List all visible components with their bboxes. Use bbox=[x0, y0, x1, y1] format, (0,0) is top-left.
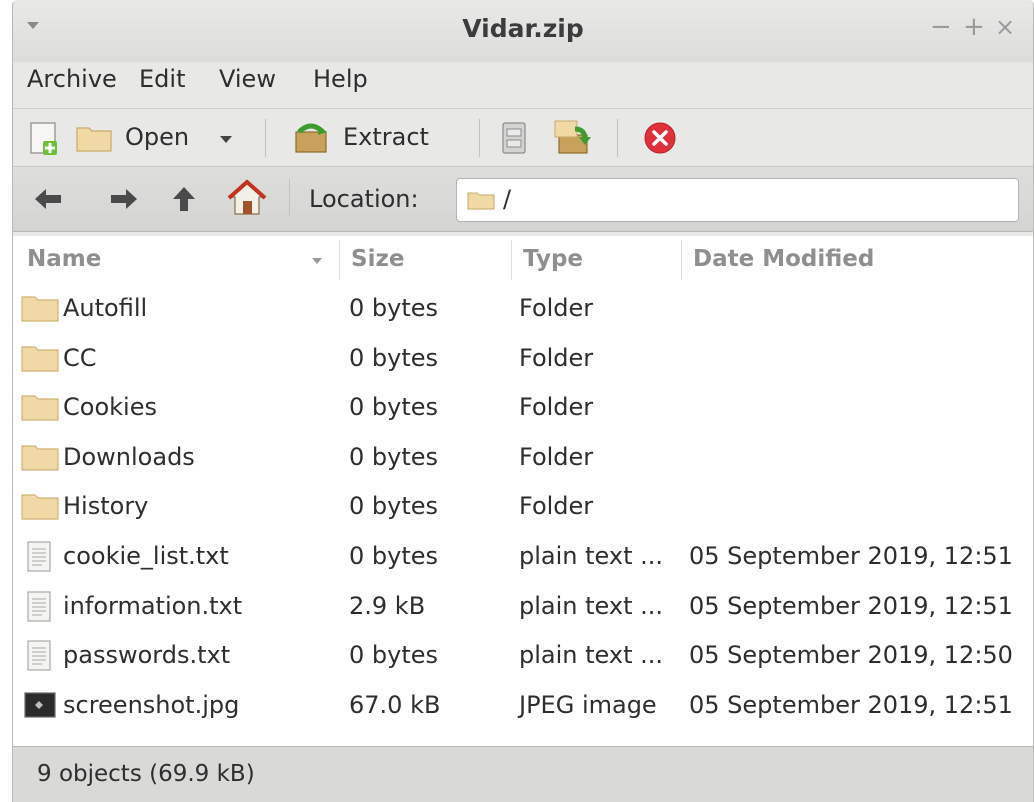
image-file-icon bbox=[21, 690, 59, 724]
file-row[interactable]: information.txt 2.9 kB plain text ... 05 Se… bbox=[13, 582, 1033, 632]
status-text: 9 objects (69.9 kB) bbox=[37, 761, 255, 787]
add-files-icon[interactable] bbox=[553, 119, 593, 155]
folder-icon bbox=[21, 343, 59, 377]
toolbar-separator bbox=[265, 119, 266, 157]
close-window-button[interactable]: × bbox=[995, 14, 1015, 40]
column-header-name[interactable]: Name bbox=[27, 246, 101, 272]
file-type: plain text ... bbox=[519, 641, 663, 670]
main-toolbar: Open Extract bbox=[13, 108, 1033, 167]
location-field[interactable]: / bbox=[456, 178, 1019, 222]
toolbar-separator bbox=[479, 119, 480, 157]
menu-archive[interactable]: Archive bbox=[27, 65, 117, 93]
home-icon[interactable] bbox=[227, 179, 267, 217]
file-name: Autofill bbox=[63, 294, 148, 322]
file-type: plain text ... bbox=[519, 542, 663, 570]
back-arrow-icon[interactable] bbox=[33, 187, 63, 211]
file-name: Downloads bbox=[63, 442, 195, 471]
file-size: 0 bytes bbox=[349, 294, 439, 322]
extract-button[interactable]: Extract bbox=[343, 123, 429, 151]
stop-icon[interactable] bbox=[643, 121, 677, 155]
text-file-icon bbox=[21, 590, 59, 627]
file-row[interactable]: screenshot.jpg 67.0 kB JPEG image 05 Septem… bbox=[13, 681, 1033, 731]
file-list: Autofill 0 bytes Folder CC 0 bytes Folder Cook… bbox=[13, 284, 1033, 746]
location-label: Location: bbox=[309, 185, 419, 213]
file-type: plain text ... bbox=[519, 591, 663, 620]
text-file-icon bbox=[21, 640, 59, 676]
folder-icon bbox=[467, 192, 495, 210]
column-header-date-modified[interactable]: Date Modified bbox=[693, 246, 874, 272]
menu-edit[interactable]: Edit bbox=[139, 65, 185, 93]
file-date-modified: 05 September 2019, 12:51 bbox=[689, 542, 1013, 570]
menu-view[interactable]: View bbox=[219, 65, 276, 93]
file-date-modified: 05 September 2019, 12:51 bbox=[689, 690, 1013, 719]
text-file-icon bbox=[21, 541, 59, 577]
toolbar-separator bbox=[617, 119, 618, 157]
file-row[interactable]: History 0 bytes Folder bbox=[13, 482, 1033, 532]
file-type: Folder bbox=[519, 393, 594, 422]
file-name: information.txt bbox=[63, 591, 243, 620]
file-type: Folder bbox=[519, 492, 594, 521]
forward-arrow-icon[interactable] bbox=[109, 187, 139, 211]
folder-icon bbox=[21, 442, 59, 476]
file-size: 2.9 kB bbox=[349, 591, 426, 620]
file-list-header: Name Size Type Date Modified bbox=[13, 236, 1033, 285]
file-date-modified: 05 September 2019, 12:50 bbox=[689, 641, 1013, 670]
file-row[interactable]: cookie_list.txt 0 bytes plain text ... 05 S… bbox=[13, 532, 1033, 582]
file-size: 0 bytes bbox=[349, 641, 439, 670]
file-name: History bbox=[63, 492, 149, 521]
file-row[interactable]: Cookies 0 bytes Folder bbox=[13, 383, 1033, 433]
up-arrow-icon[interactable] bbox=[171, 183, 197, 213]
open-button[interactable]: Open bbox=[125, 123, 189, 151]
folder-icon bbox=[21, 293, 59, 327]
toolbar-separator bbox=[289, 179, 290, 217]
archive-properties-icon[interactable] bbox=[501, 121, 527, 155]
column-header-size[interactable]: Size bbox=[351, 246, 404, 272]
archive-manager-window: Vidar.zip − + × Archive Edit View Help O… bbox=[12, 0, 1034, 802]
window-title: Vidar.zip bbox=[462, 14, 584, 43]
file-name: Cookies bbox=[63, 393, 157, 422]
menu-bar: Archive Edit View Help bbox=[13, 62, 1033, 106]
minimize-button[interactable]: − bbox=[930, 14, 952, 40]
location-value: / bbox=[503, 185, 512, 213]
title-bar: Vidar.zip − + × bbox=[13, 0, 1033, 62]
file-row[interactable]: Autofill 0 bytes Folder bbox=[13, 284, 1033, 334]
file-row[interactable]: Downloads 0 bytes Folder bbox=[13, 433, 1033, 483]
new-archive-icon[interactable] bbox=[29, 121, 61, 157]
menu-help[interactable]: Help bbox=[313, 65, 368, 93]
sort-descending-icon[interactable] bbox=[311, 257, 323, 265]
file-name: passwords.txt bbox=[63, 641, 231, 670]
file-type: Folder bbox=[519, 442, 594, 471]
maximize-button[interactable]: + bbox=[963, 14, 985, 40]
file-type: Folder bbox=[519, 294, 594, 322]
file-row[interactable]: CC 0 bytes Folder bbox=[13, 334, 1033, 384]
file-type: JPEG image bbox=[519, 690, 657, 719]
file-size: 0 bytes bbox=[349, 492, 439, 521]
open-folder-icon[interactable] bbox=[75, 123, 113, 153]
file-size: 0 bytes bbox=[349, 542, 439, 570]
folder-icon bbox=[21, 392, 59, 426]
file-row[interactable]: passwords.txt 0 bytes plain text ... 05 Sep… bbox=[13, 631, 1033, 681]
open-dropdown-arrow-icon[interactable] bbox=[219, 135, 233, 145]
column-header-type[interactable]: Type bbox=[523, 246, 583, 272]
file-name: CC bbox=[63, 343, 97, 372]
file-date-modified: 05 September 2019, 12:51 bbox=[689, 591, 1013, 620]
folder-icon bbox=[21, 491, 59, 525]
file-type: Folder bbox=[519, 343, 594, 372]
file-size: 0 bytes bbox=[349, 343, 439, 372]
file-size: 67.0 kB bbox=[349, 690, 441, 719]
extract-icon[interactable] bbox=[293, 122, 329, 154]
status-bar: 9 objects (69.9 kB) bbox=[13, 746, 1033, 802]
file-size: 0 bytes bbox=[349, 442, 439, 471]
file-name: cookie_list.txt bbox=[63, 542, 229, 570]
file-name: screenshot.jpg bbox=[63, 690, 240, 719]
file-size: 0 bytes bbox=[349, 393, 439, 422]
